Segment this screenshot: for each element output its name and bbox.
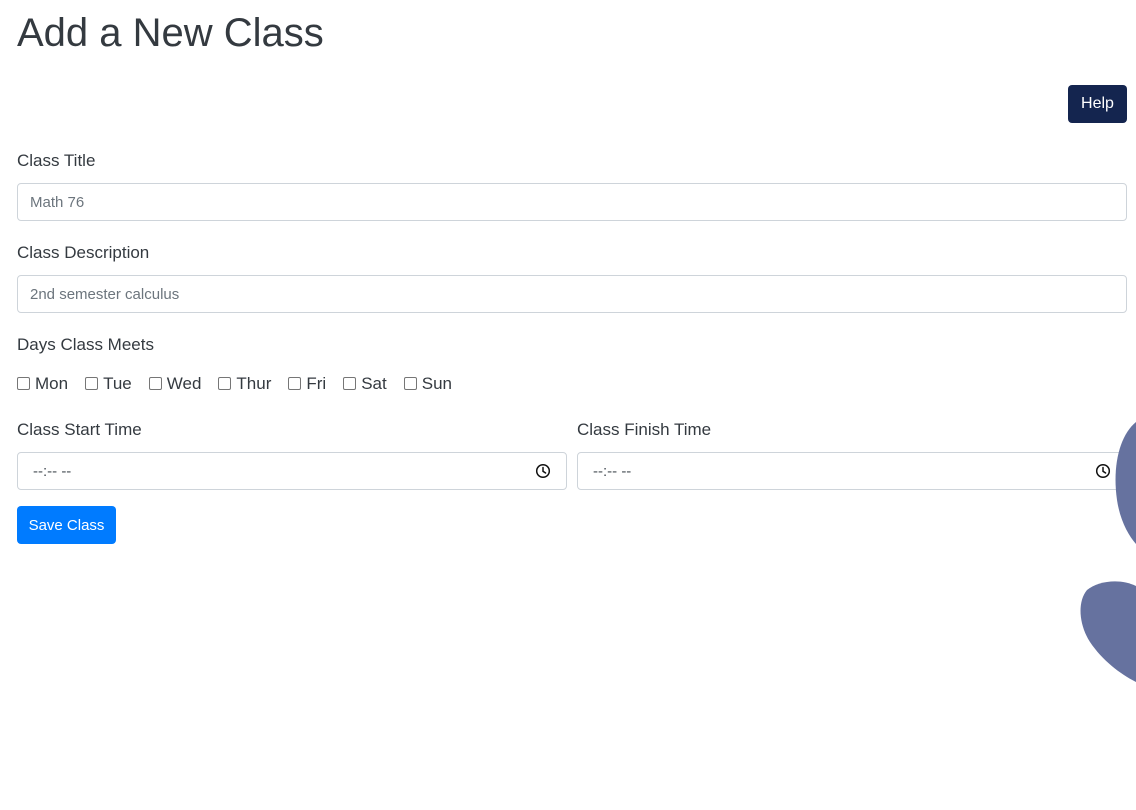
add-class-page: Add a New Class Help Class Title Class D… <box>0 0 1136 810</box>
class-title-label: Class Title <box>17 151 96 170</box>
day-option-sat[interactable]: Sat <box>343 374 387 394</box>
day-label: Sun <box>421 374 452 393</box>
day-option-mon[interactable]: Mon <box>17 374 68 394</box>
clock-icon[interactable] <box>535 463 551 479</box>
clock-icon[interactable] <box>1095 463 1111 479</box>
day-option-tue[interactable]: Tue <box>85 374 132 394</box>
save-class-button[interactable]: Save Class <box>17 506 116 544</box>
checkbox-thur[interactable] <box>218 376 232 390</box>
class-description-label: Class Description <box>17 243 150 262</box>
checkbox-wed[interactable] <box>148 376 162 390</box>
decorative-blob-upper <box>1115 422 1136 544</box>
day-label: Thur <box>236 374 272 393</box>
start-time-input[interactable]: --:-- -- <box>17 452 567 490</box>
day-label: Mon <box>35 374 69 393</box>
class-description-input[interactable] <box>17 275 1127 313</box>
day-option-fri[interactable]: Fri <box>288 374 326 394</box>
help-button[interactable]: Help <box>1068 85 1127 123</box>
day-label: Tue <box>103 374 132 393</box>
start-time-label: Class Start Time <box>17 420 142 439</box>
finish-time-value: --:-- -- <box>593 462 632 480</box>
checkbox-fri[interactable] <box>288 376 302 390</box>
days-label: Days Class Meets <box>17 335 154 354</box>
start-time-value: --:-- -- <box>33 462 72 480</box>
day-option-thur[interactable]: Thur <box>218 374 271 394</box>
class-title-input[interactable] <box>17 183 1127 221</box>
finish-time-label: Class Finish Time <box>577 420 712 439</box>
checkbox-sat[interactable] <box>343 376 357 390</box>
day-option-wed[interactable]: Wed <box>148 374 202 394</box>
day-option-sun[interactable]: Sun <box>403 374 452 394</box>
finish-time-input[interactable]: --:-- -- <box>577 452 1127 490</box>
checkbox-mon[interactable] <box>17 376 30 390</box>
decorative-blob-lower <box>1080 581 1136 682</box>
checkbox-sun[interactable] <box>403 376 417 390</box>
days-checkbox-group: Mon Tue Wed Thur Fri Sat Sun <box>17 372 469 396</box>
page-title: Add a New Class <box>17 11 324 55</box>
day-label: Sat <box>361 374 387 393</box>
day-label: Fri <box>306 374 327 393</box>
day-label: Wed <box>166 374 202 393</box>
checkbox-tue[interactable] <box>85 376 99 390</box>
